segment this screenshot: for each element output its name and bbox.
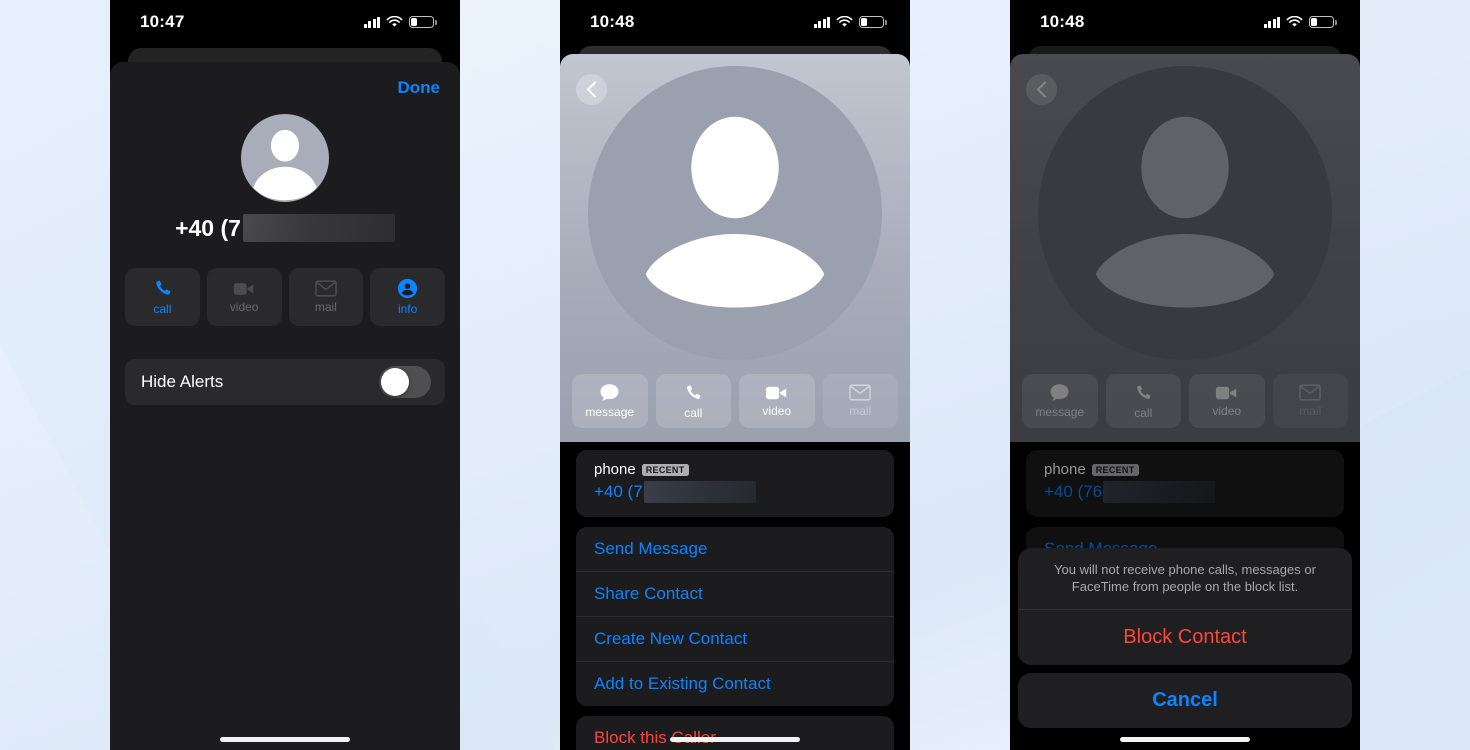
- cancel-button[interactable]: Cancel: [1018, 673, 1352, 728]
- sheet-top-bar: Done: [110, 62, 460, 114]
- contact-card: message call video mail phone RECENT +40…: [560, 44, 910, 750]
- cellular-bars-icon: [813, 16, 830, 28]
- quick-actions: call video mail info: [110, 268, 460, 326]
- menu-item-send-message[interactable]: Send Message: [576, 527, 894, 571]
- menu-item-create-new-contact[interactable]: Create New Contact: [576, 616, 894, 661]
- action-video[interactable]: video: [206, 268, 282, 326]
- block-action-sheet: You will not receive phone calls, messag…: [1018, 547, 1352, 736]
- contact-name: +40 (7: [110, 214, 460, 242]
- chevron-left-icon: [586, 81, 597, 98]
- home-indicator: [670, 737, 800, 742]
- block-caller-card: Block this Caller: [576, 716, 894, 750]
- action-call-label: call: [153, 302, 172, 316]
- home-indicator: [220, 737, 350, 742]
- sheet-stack: Done +40 (7 call video mail info Hide Al…: [110, 44, 460, 750]
- status-bar-indicators: [813, 16, 887, 28]
- done-button[interactable]: Done: [398, 78, 441, 98]
- menu-item-add-to-existing[interactable]: Add to Existing Contact: [576, 661, 894, 706]
- action-video-label: video: [229, 299, 259, 314]
- action-info-label: info: [397, 302, 418, 316]
- cellular-bars-icon: [1263, 16, 1280, 28]
- action-call[interactable]: call: [655, 374, 731, 428]
- phone-panel-contact-detail: 10:47 Done +40 (7 call video mail info H…: [110, 0, 460, 750]
- action-info[interactable]: info: [370, 268, 445, 326]
- action-call[interactable]: call: [125, 268, 200, 326]
- back-button[interactable]: [576, 74, 607, 105]
- redacted-number-bar: [643, 481, 756, 503]
- video-icon: [766, 386, 787, 399]
- info-person-icon: [398, 278, 418, 299]
- phone-field[interactable]: phone RECENT +40 (7: [576, 450, 894, 517]
- hide-alerts-toggle[interactable]: [379, 366, 431, 398]
- cellular-bars-icon: [363, 16, 380, 28]
- hide-alerts-label: Hide Alerts: [141, 372, 224, 391]
- quick-actions: message call video mail: [560, 374, 910, 442]
- action-sheet-group: You will not receive phone calls, messag…: [1018, 547, 1352, 665]
- contact-card-dimmed: message call video mail phone RECENT +40…: [1010, 44, 1360, 750]
- status-bar-indicators: [363, 16, 437, 28]
- block-contact-button[interactable]: Block Contact: [1018, 609, 1352, 665]
- battery-low-icon: [1309, 16, 1337, 28]
- status-bar-time: 10:48: [1040, 12, 1085, 31]
- phone-icon: [687, 385, 701, 399]
- wifi-icon: [1286, 16, 1303, 27]
- action-sheet-message: You will not receive phone calls, messag…: [1054, 561, 1316, 595]
- action-mail[interactable]: mail: [822, 374, 898, 428]
- status-bar-time: 10:48: [590, 12, 635, 31]
- action-video[interactable]: video: [739, 374, 815, 428]
- menu-item-share-contact[interactable]: Share Contact: [576, 571, 894, 616]
- phone-icon: [156, 280, 171, 295]
- action-call-label: call: [684, 405, 703, 420]
- phone-number-text: +40 (7: [594, 482, 643, 501]
- hide-alerts-row[interactable]: Hide Alerts: [125, 359, 445, 405]
- contact-body: phone RECENT +40 (7 Send Message Share C…: [560, 442, 910, 750]
- wifi-icon: [386, 16, 403, 27]
- action-message-label: message: [585, 405, 635, 419]
- status-bar-indicators: [1263, 16, 1337, 28]
- action-mail-label: mail: [314, 300, 337, 314]
- battery-low-icon: [859, 16, 887, 28]
- phone-panel-block-confirmation: 10:48 message call video mail phone RECE…: [1010, 0, 1360, 750]
- block-this-caller-button[interactable]: Block this Caller: [576, 716, 894, 750]
- phone-field-header: phone RECENT: [594, 461, 876, 478]
- action-mail-label: mail: [849, 404, 872, 418]
- contact-detail-sheet: Done +40 (7 call video mail info Hide Al…: [110, 62, 460, 750]
- status-bar: 10:47: [110, 0, 460, 44]
- wifi-icon: [836, 16, 853, 27]
- phone-number[interactable]: +40 (7: [594, 481, 876, 503]
- redacted-number-bar: [242, 214, 395, 242]
- battery-low-icon: [409, 16, 437, 28]
- status-bar-time: 10:47: [140, 12, 185, 31]
- contact-avatar: [560, 54, 910, 388]
- mail-icon: [315, 280, 337, 297]
- message-bubble-icon: [600, 384, 619, 401]
- status-bar: 10:48: [1010, 0, 1360, 44]
- phone-field-label: phone: [594, 461, 636, 478]
- contact-name-text: +40 (7: [175, 214, 241, 241]
- status-bar: 10:48: [560, 0, 910, 44]
- video-icon: [233, 282, 254, 295]
- recent-badge: RECENT: [641, 463, 689, 476]
- contact-avatar: [241, 114, 329, 202]
- contact-card-front: message call video mail phone RECENT +40…: [560, 54, 910, 750]
- home-indicator: [1120, 737, 1250, 742]
- action-mail[interactable]: mail: [288, 268, 364, 326]
- mail-icon: [849, 384, 872, 401]
- action-sheet-cancel-group: Cancel: [1018, 673, 1352, 728]
- phone-panel-contact-card: 10:48 message call video mail phone RECE…: [560, 0, 910, 750]
- contact-hero: message call video mail: [560, 54, 910, 442]
- action-message[interactable]: message: [572, 374, 648, 428]
- contact-menu: Send Message Share Contact Create New Co…: [576, 527, 894, 706]
- action-video-label: video: [762, 403, 792, 418]
